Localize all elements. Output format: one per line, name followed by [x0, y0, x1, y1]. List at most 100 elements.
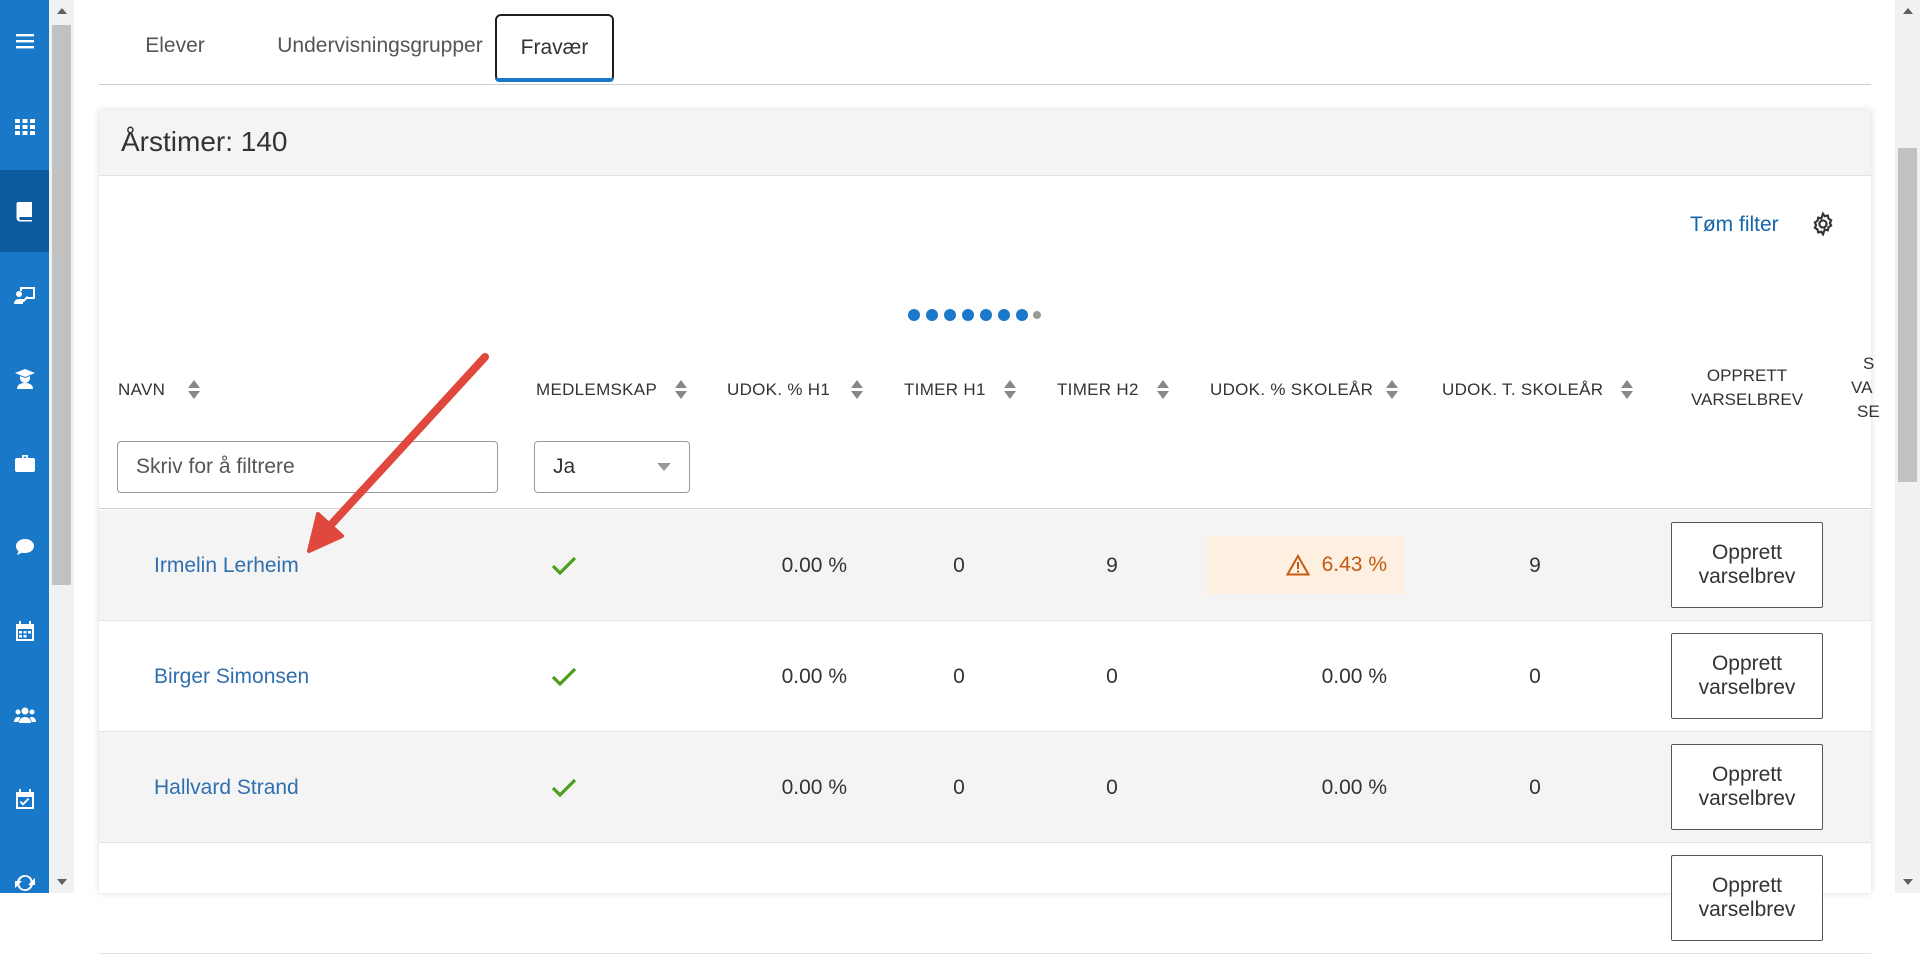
opprett-varselbrev-button[interactable]: Opprett varselbrev [1671, 855, 1823, 941]
sidebar-item-sync[interactable] [0, 842, 49, 924]
sort-icon[interactable] [1386, 380, 1398, 400]
calendar-icon [15, 621, 34, 641]
checkmark-icon [551, 778, 577, 797]
timer-h2-value: 9 [1106, 553, 1118, 577]
medlemskap-filter-value: Ja [553, 455, 576, 478]
opprett-varselbrev-button[interactable]: Opprett varselbrev [1671, 522, 1823, 608]
column-header-cut-off: S VA SE [1851, 354, 1880, 421]
right-scrollbar-thumb[interactable] [1898, 148, 1917, 482]
scroll-up-arrow[interactable] [1903, 8, 1913, 14]
users-icon [13, 707, 36, 723]
table-row: Birger Simonsen 0.00 % 0 0 0.00 % 0 Oppr… [99, 621, 1871, 732]
pager-dot[interactable] [962, 309, 974, 321]
student-name-link[interactable]: Irmelin Lerheim [154, 554, 299, 578]
page-title: Årstimer: 140 [121, 126, 288, 157]
pager-dot[interactable] [944, 309, 956, 321]
sidebar-item-students[interactable] [0, 338, 49, 420]
checkmark-icon [551, 556, 577, 575]
column-header-medlemskap[interactable]: MEDLEMSKAP [536, 380, 657, 400]
teacher-icon [13, 287, 35, 304]
right-scrollbar[interactable] [1895, 0, 1920, 893]
scroll-down-arrow[interactable] [57, 879, 67, 885]
sidebar-item-teaching[interactable] [0, 254, 49, 336]
scroll-up-arrow[interactable] [57, 8, 67, 14]
medlemskap-filter-select[interactable]: Ja [534, 441, 690, 493]
left-scrollbar[interactable] [49, 0, 74, 893]
timer-h1-value: 0 [953, 553, 965, 577]
chat-icon [15, 539, 34, 555]
pager-dot[interactable] [926, 309, 938, 321]
udok-h1-value: 0.00 % [781, 775, 847, 799]
timer-h2-value: 0 [1106, 664, 1118, 688]
sync-icon [14, 874, 35, 892]
sidebar-item-messages[interactable] [0, 506, 49, 588]
calendar-check-icon [15, 789, 34, 809]
absence-card: Årstimer: 140 Tøm filter NAVN MEDLEMSKAP… [99, 110, 1880, 954]
column-pager-dots[interactable] [908, 309, 1041, 321]
graduate-icon [14, 369, 35, 389]
sort-icon[interactable] [851, 380, 863, 400]
table-row: Opprett varselbrev [99, 843, 1871, 954]
udok-t-skolear-value: 0 [1529, 775, 1541, 799]
book-icon [15, 202, 32, 222]
clear-filter-link[interactable]: Tøm filter [1690, 213, 1779, 237]
tab-bar: Elever Undervisningsgrupper Fravær [99, 0, 1871, 85]
timer-h2-value: 0 [1106, 775, 1118, 799]
student-name-link[interactable]: Hallvard Strand [154, 776, 299, 800]
sort-icon[interactable] [1157, 380, 1169, 400]
hamburger-icon [15, 34, 34, 49]
sidebar-item-work[interactable] [0, 422, 49, 504]
udok-skolear-warning: 6.43 % [1207, 536, 1404, 594]
sidebar [0, 0, 49, 893]
sort-icon[interactable] [1621, 380, 1633, 400]
udok-t-skolear-value: 9 [1529, 553, 1541, 577]
sidebar-item-groups[interactable] [0, 674, 49, 756]
tab-fravaer[interactable]: Fravær [495, 14, 614, 82]
pager-dot[interactable] [998, 309, 1010, 321]
udok-h1-value: 0.00 % [781, 664, 847, 688]
opprett-varselbrev-button[interactable]: Opprett varselbrev [1671, 633, 1823, 719]
table-divider [99, 508, 1871, 509]
scroll-down-arrow[interactable] [1903, 879, 1913, 885]
udok-h1-value: 0.00 % [781, 553, 847, 577]
timer-h1-value: 0 [953, 775, 965, 799]
timer-h1-value: 0 [953, 664, 965, 688]
briefcase-icon [14, 455, 35, 472]
grid-icon [14, 119, 35, 135]
opprett-varselbrev-button[interactable]: Opprett varselbrev [1671, 744, 1823, 830]
column-header-udok-t-skolear[interactable]: UDOK. T. SKOLEÅR [1442, 380, 1603, 400]
sidebar-item-apps[interactable] [0, 86, 49, 168]
column-header-opprett-varselbrev: OPPRETT VARSELBREV [1690, 366, 1804, 409]
card-header: Årstimer: 140 [99, 110, 1871, 176]
table-row: Irmelin Lerheim 0.00 % 0 9 6.43 % 9 Oppr… [99, 510, 1871, 621]
menu-button[interactable] [0, 0, 49, 82]
udok-t-skolear-value: 0 [1529, 664, 1541, 688]
left-scrollbar-thumb[interactable] [52, 25, 71, 585]
tab-elever[interactable]: Elever [125, 20, 225, 72]
pager-dot[interactable] [1033, 311, 1041, 319]
column-header-navn[interactable]: NAVN [118, 380, 165, 400]
sort-icon[interactable] [675, 380, 687, 400]
pager-dot[interactable] [908, 309, 920, 321]
gear-icon[interactable] [1810, 211, 1836, 237]
column-header-udok-skolear[interactable]: UDOK. % SKOLEÅR [1210, 380, 1373, 400]
sidebar-item-calendar[interactable] [0, 590, 49, 672]
warning-icon [1285, 554, 1310, 576]
sort-icon[interactable] [188, 380, 200, 400]
sidebar-item-book[interactable] [0, 170, 49, 252]
student-name-link[interactable]: Birger Simonsen [154, 665, 309, 689]
pager-dot[interactable] [1016, 309, 1028, 321]
column-header-timer-h1[interactable]: TIMER H1 [904, 380, 986, 400]
sidebar-item-schedule[interactable] [0, 758, 49, 840]
table-row: Hallvard Strand 0.00 % 0 0 0.00 % 0 Oppr… [99, 732, 1871, 843]
column-header-udok-h1[interactable]: UDOK. % H1 [727, 380, 830, 400]
udok-skolear-value: 0.00 % [1321, 775, 1387, 799]
pager-dot[interactable] [980, 309, 992, 321]
name-filter-input[interactable] [117, 441, 498, 493]
checkmark-icon [551, 667, 577, 686]
column-header-timer-h2[interactable]: TIMER H2 [1057, 380, 1139, 400]
chevron-down-icon [657, 463, 671, 471]
udok-skolear-value: 6.43 % [1321, 553, 1387, 576]
tab-undervisningsgrupper[interactable]: Undervisningsgrupper [239, 20, 521, 72]
sort-icon[interactable] [1004, 380, 1016, 400]
